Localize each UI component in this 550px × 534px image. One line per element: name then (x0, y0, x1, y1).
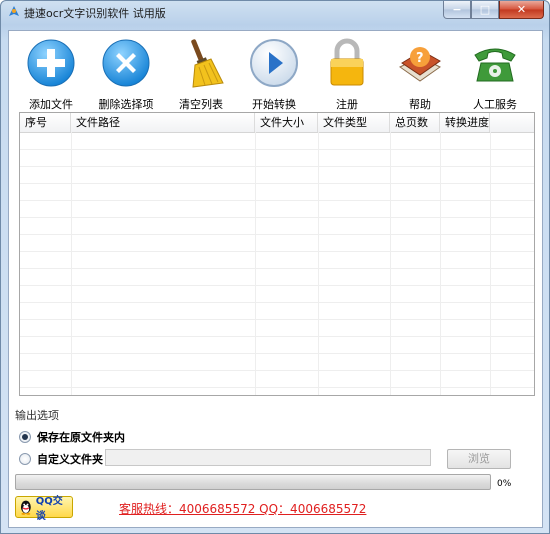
table-row-divider (20, 166, 534, 167)
option-original-folder[interactable]: 保存在原文件夹内 (19, 429, 125, 445)
table-row-divider (20, 149, 534, 150)
help-button[interactable]: ? 帮助 (384, 37, 456, 112)
conversion-progress-bar (15, 474, 491, 490)
custom-folder-path-input[interactable] (105, 449, 431, 466)
app-icon (9, 6, 19, 16)
start-convert-button[interactable]: 开始转换 (238, 37, 310, 112)
help-book-icon: ? (399, 47, 441, 82)
table-column-divider (71, 132, 72, 395)
service-hotline-link[interactable]: 客服热线：4006685572 QQ：4006685572 (119, 500, 366, 517)
column-header-size[interactable]: 文件大小 (255, 113, 318, 132)
clear-list-button[interactable]: 清空列表 (165, 37, 237, 112)
table-column-divider (490, 132, 491, 395)
column-header-index[interactable]: 序号 (20, 113, 71, 132)
table-row-divider (20, 302, 534, 303)
toolbar: 添加文件 删除选择项 清空列表 开始转换 注册 ? 帮助 人工服务 (9, 31, 542, 112)
table-row-divider (20, 268, 534, 269)
table-row-divider (20, 387, 534, 388)
main-panel: 添加文件 删除选择项 清空列表 开始转换 注册 ? 帮助 人工服务 序号 文件路… (8, 30, 543, 528)
table-row-divider (20, 183, 534, 184)
register-label: 注册 (336, 98, 358, 111)
option-original-folder-label: 保存在原文件夹内 (37, 431, 125, 444)
column-header-progress[interactable]: 转换进度 (440, 113, 490, 132)
app-window: 捷速ocr文字识别软件 试用版 − □ ✕ 添加文件 删除选择项 清空列表 开始… (0, 0, 550, 534)
manual-service-label: 人工服务 (473, 98, 517, 111)
radio-custom-folder[interactable] (19, 453, 31, 465)
radio-original-folder[interactable] (19, 431, 31, 443)
qq-penguin-icon (20, 500, 31, 515)
manual-service-button[interactable]: 人工服务 (459, 37, 531, 112)
qq-chat-button[interactable]: QQ交谈 (15, 496, 73, 522)
title-bar[interactable]: 捷速ocr文字识别软件 试用版 − □ ✕ (1, 1, 549, 23)
table-column-divider (440, 132, 441, 395)
register-button[interactable]: 注册 (311, 37, 383, 112)
delete-circle-icon (102, 39, 150, 87)
table-row-divider (20, 217, 534, 218)
option-custom-folder-label: 自定义文件夹 (37, 453, 103, 466)
close-button[interactable]: ✕ (499, 1, 544, 19)
progress-percent: 0% (497, 479, 512, 489)
table-row-divider (20, 251, 534, 252)
add-file-button[interactable]: 添加文件 (15, 37, 87, 112)
table-column-divider (318, 132, 319, 395)
table-row-divider (20, 285, 534, 286)
table-row-divider (20, 370, 534, 371)
window-controls: − □ ✕ (443, 1, 544, 19)
svg-text:?: ? (416, 51, 424, 66)
maximize-button[interactable]: □ (471, 1, 499, 19)
table-column-divider (390, 132, 391, 395)
telephone-icon (474, 48, 516, 82)
table-row-divider (20, 319, 534, 320)
column-header-path[interactable]: 文件路径 (71, 113, 255, 132)
start-convert-label: 开始转换 (252, 98, 296, 111)
delete-selected-label: 删除选择项 (98, 98, 154, 111)
broom-icon (191, 39, 224, 88)
play-icon (250, 39, 298, 87)
table-header: 序号 文件路径 文件大小 文件类型 总页数 转换进度 (20, 113, 534, 133)
output-options-label: 输出选项 (15, 409, 59, 422)
table-column-divider (255, 132, 256, 395)
table-row-divider (20, 200, 534, 201)
table-row-divider (20, 234, 534, 235)
delete-selected-button[interactable]: 删除选择项 (90, 37, 162, 112)
window-title: 捷速ocr文字识别软件 试用版 (24, 7, 166, 20)
qq-chat-label: QQ交谈 (35, 496, 63, 522)
help-label: 帮助 (409, 98, 431, 111)
lock-icon (330, 38, 364, 86)
add-circle-icon (27, 39, 75, 87)
column-header-pages[interactable]: 总页数 (390, 113, 440, 132)
maximize-icon: □ (479, 3, 491, 16)
close-icon: ✕ (516, 3, 527, 16)
clear-list-label: 清空列表 (179, 98, 223, 111)
add-file-label: 添加文件 (29, 98, 73, 111)
file-table[interactable]: 序号 文件路径 文件大小 文件类型 总页数 转换进度 (19, 112, 535, 396)
minimize-icon: − (452, 3, 462, 16)
option-custom-folder[interactable]: 自定义文件夹 (19, 451, 103, 467)
browse-button[interactable]: 浏览 (447, 449, 511, 469)
minimize-button[interactable]: − (443, 1, 471, 19)
table-row-divider (20, 353, 534, 354)
column-header-type[interactable]: 文件类型 (318, 113, 390, 132)
table-row-divider (20, 336, 534, 337)
